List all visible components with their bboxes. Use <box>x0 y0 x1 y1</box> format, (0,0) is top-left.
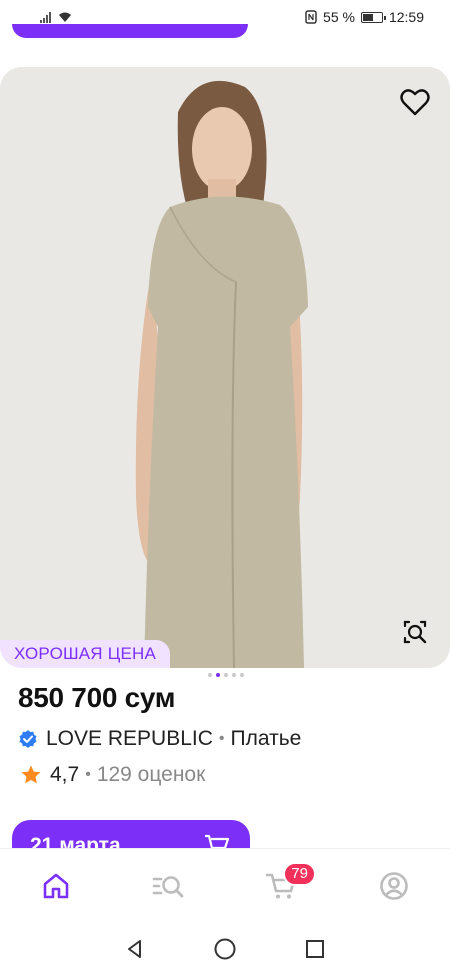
gallery-dot <box>208 673 212 677</box>
wifi-icon <box>59 12 71 22</box>
catalog-search-icon <box>152 875 184 897</box>
category-link[interactable]: Платье <box>231 727 302 751</box>
profile-icon <box>379 871 408 900</box>
heart-icon <box>400 89 430 116</box>
cart-count-badge: 79 <box>283 861 316 886</box>
favorite-button[interactable] <box>398 85 432 119</box>
verified-badge-icon <box>19 730 37 748</box>
product-photo <box>0 67 450 668</box>
product-price: 850 700 сум <box>18 682 176 713</box>
gallery-pagination-dots <box>208 673 244 677</box>
system-navigation-bar <box>0 922 450 975</box>
top-action-bar-edge[interactable] <box>12 24 248 38</box>
brand-line: LOVE REPUBLIC • Платье <box>18 727 301 751</box>
battery-level-fill <box>362 13 373 21</box>
nav-catalog[interactable] <box>139 856 199 916</box>
battery-icon <box>360 11 386 23</box>
product-image-gallery[interactable]: ХОРОШАЯ ЦЕНА <box>0 67 450 668</box>
back-icon[interactable] <box>124 938 146 960</box>
nav-profile[interactable] <box>364 856 424 916</box>
separator-dot: • <box>218 730 225 747</box>
image-search-button[interactable] <box>398 615 432 649</box>
star-icon <box>21 765 41 784</box>
nfc-icon <box>305 10 317 24</box>
status-left <box>40 11 73 23</box>
good-price-badge: ХОРОШАЯ ЦЕНА <box>0 640 171 668</box>
gallery-dot <box>224 673 228 677</box>
battery-percent: 55 % <box>323 9 355 25</box>
status-right: 55 % 12:59 <box>305 9 424 25</box>
signal-icon <box>40 11 51 23</box>
nav-cart[interactable]: 79 <box>251 856 316 916</box>
nav-home[interactable] <box>26 856 86 916</box>
image-search-icon <box>403 620 427 644</box>
home-icon <box>43 873 69 898</box>
brand-link[interactable]: LOVE REPUBLIC <box>46 727 213 751</box>
rating-line[interactable]: 4,7 • 129 оценок <box>20 763 205 787</box>
separator-dot: • <box>85 766 91 783</box>
home-circle-icon[interactable] <box>213 937 237 961</box>
clock: 12:59 <box>388 9 424 25</box>
rating-value: 4,7 <box>50 763 80 786</box>
recents-icon[interactable] <box>304 938 326 960</box>
bottom-navigation: 79 <box>0 848 450 922</box>
gallery-dot <box>240 673 244 677</box>
gallery-dot <box>216 673 220 677</box>
reviews-count: 129 оценок <box>96 763 206 786</box>
gallery-dot <box>232 673 236 677</box>
